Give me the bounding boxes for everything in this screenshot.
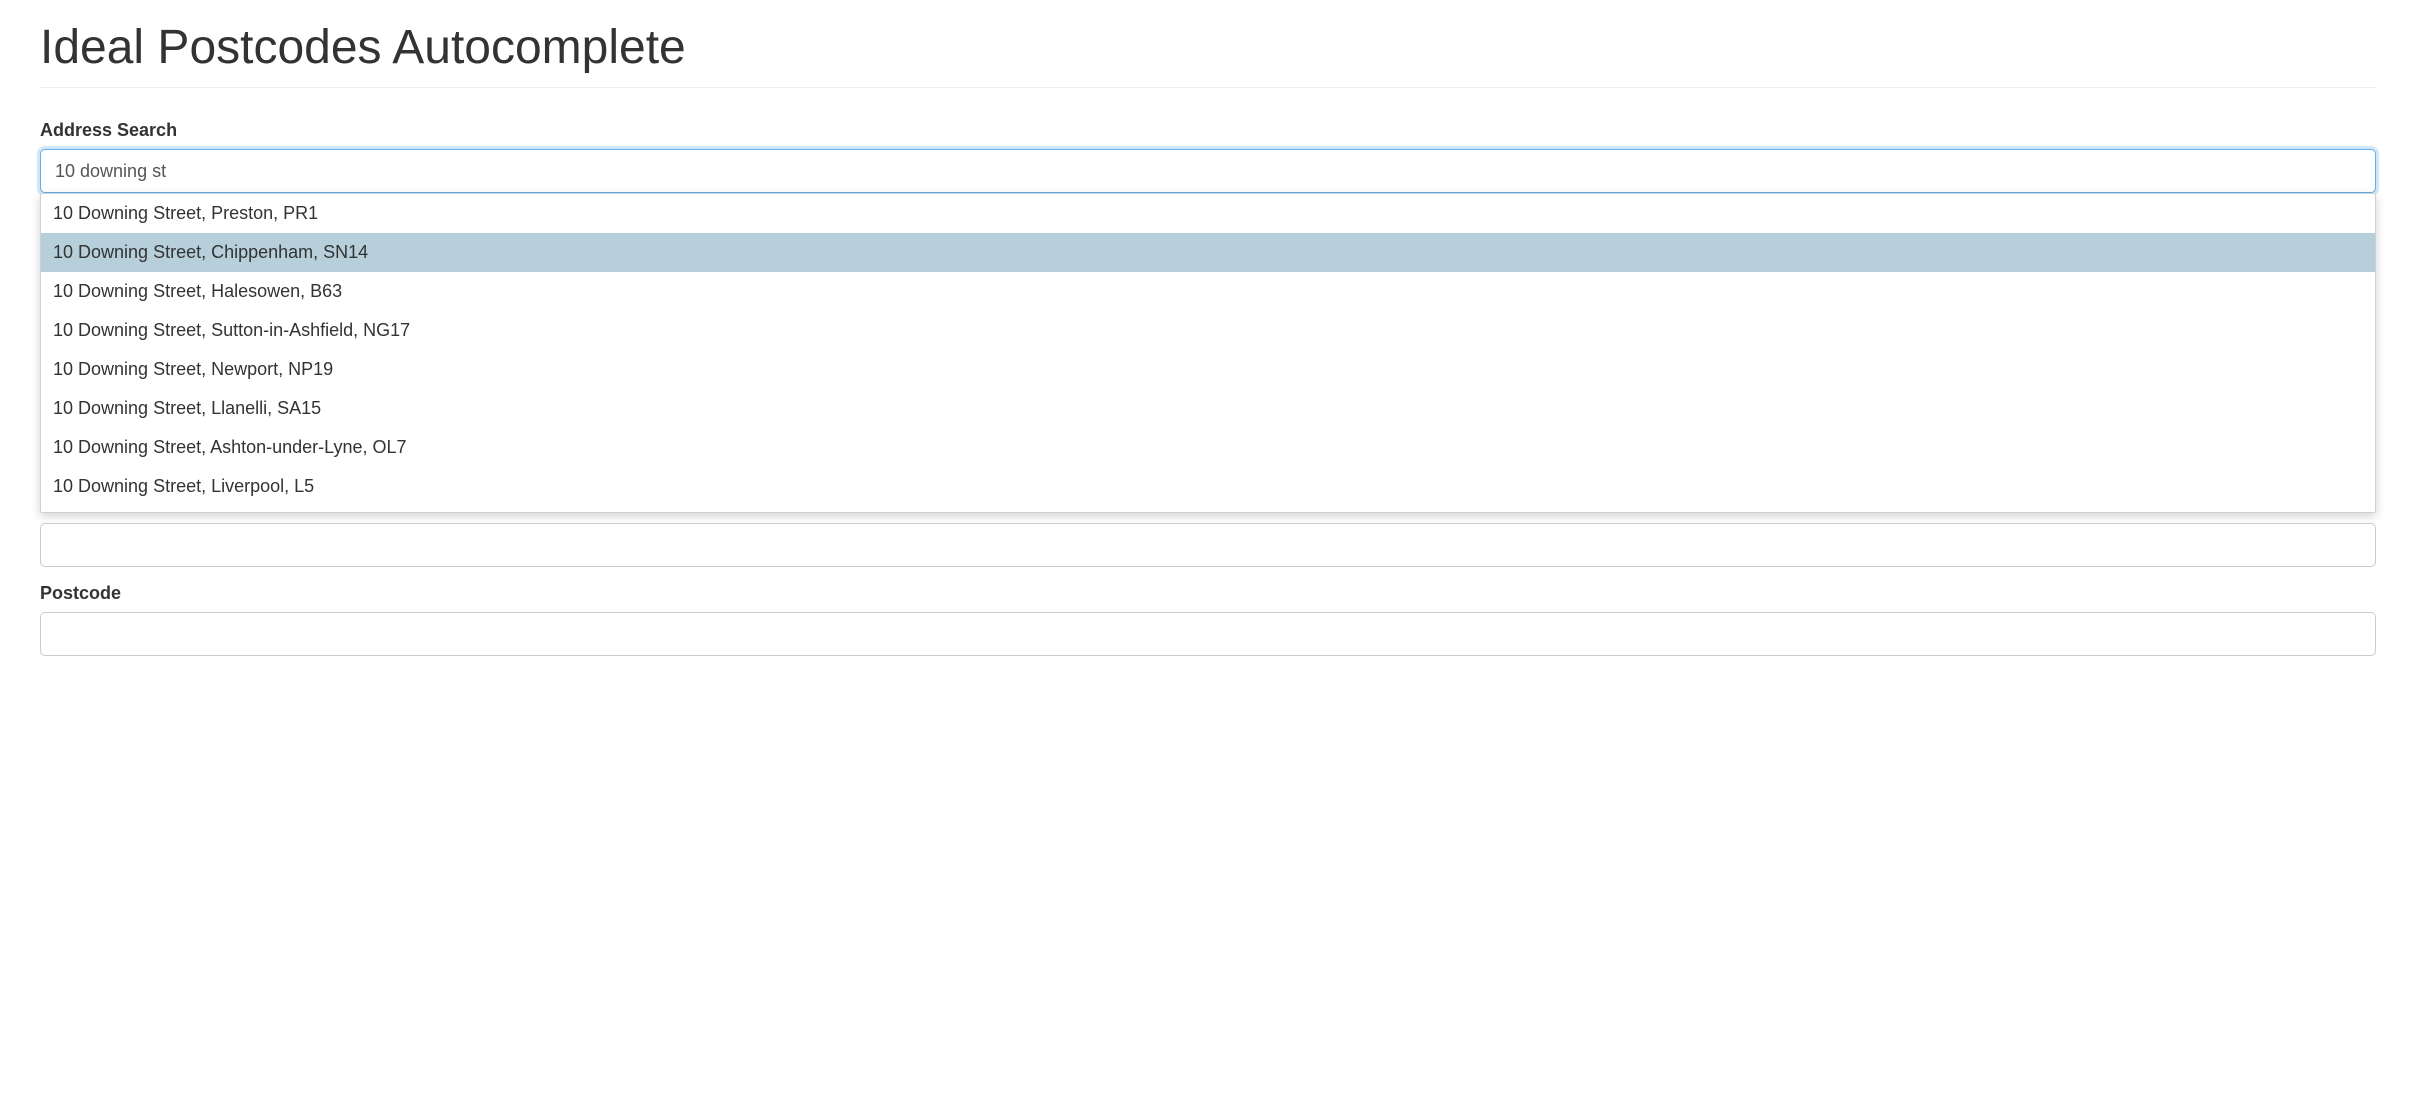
suggestion-item[interactable]: 10 Downing Street, Halesowen, B63 [41, 272, 2375, 311]
suggestion-item[interactable]: 10 Downing Street, Sutton-in-Ashfield, N… [41, 311, 2375, 350]
suggestion-item[interactable]: 10 Downing Street, Newport, NP19 [41, 350, 2375, 389]
covered-input[interactable] [40, 523, 2376, 567]
address-search-label: Address Search [40, 120, 2376, 141]
postcode-group: Postcode [40, 583, 2376, 656]
suggestion-item[interactable]: 10 Downing Street, Ashton-under-Lyne, OL… [41, 428, 2375, 467]
suggestions-dropdown: 10 Downing Street, Preston, PR110 Downin… [40, 193, 2376, 513]
covered-field-group [40, 523, 2376, 567]
suggestion-item[interactable]: 10 Downing Street, Chippenham, SN14 [41, 233, 2375, 272]
suggestion-item[interactable]: 10 Downing Street, Nottingham, NG6 [41, 506, 2375, 513]
suggestion-item[interactable]: 10 Downing Street, Liverpool, L5 [41, 467, 2375, 506]
postcode-input[interactable] [40, 612, 2376, 656]
page-title: Ideal Postcodes Autocomplete [40, 20, 2376, 75]
address-search-input[interactable] [40, 149, 2376, 193]
address-search-group: Address Search 10 Downing Street, Presto… [40, 120, 2376, 193]
suggestion-item[interactable]: 10 Downing Street, Llanelli, SA15 [41, 389, 2375, 428]
postcode-label: Postcode [40, 583, 2376, 604]
title-divider [40, 87, 2376, 88]
suggestion-item[interactable]: 10 Downing Street, Preston, PR1 [41, 194, 2375, 233]
